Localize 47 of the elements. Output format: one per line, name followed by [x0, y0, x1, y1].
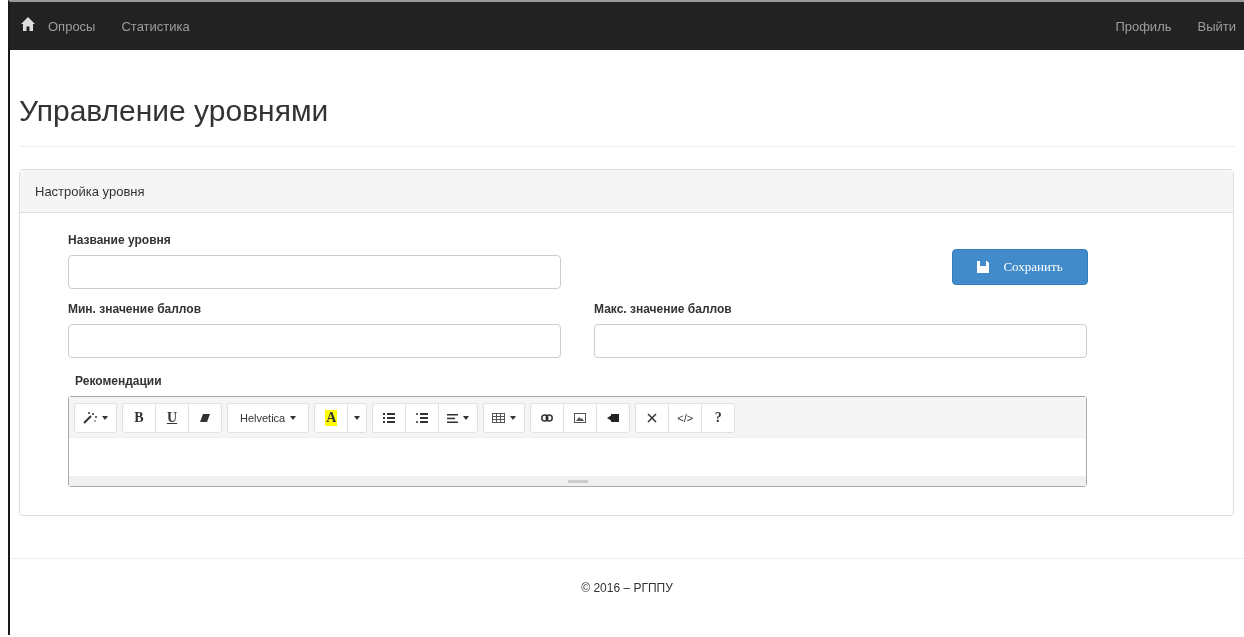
toolbar-button[interactable]: [483, 403, 526, 433]
toolbar-button[interactable]: </>: [668, 403, 703, 433]
toolbar-button[interactable]: [438, 403, 479, 433]
toolbar-button[interactable]: ?: [701, 403, 736, 433]
caret-icon: [510, 416, 517, 420]
field-label: Макс. значение баллов: [594, 302, 733, 316]
resize-handle[interactable]: [567, 479, 588, 483]
link-icon: [541, 414, 554, 422]
toolbar-button[interactable]: [372, 403, 407, 433]
align-left-icon: [447, 413, 459, 423]
nav-link[interactable]: Выйти: [1197, 18, 1236, 34]
font-dropdown[interactable]: Helvetica: [227, 403, 310, 433]
toolbar-button[interactable]: [188, 403, 222, 433]
toolbar-button[interactable]: [596, 403, 631, 433]
eraser-icon: [200, 413, 210, 423]
toolbar-button[interactable]: U: [155, 403, 189, 433]
caret-icon: [354, 416, 361, 420]
numbered-list-icon: [416, 413, 429, 423]
nav-link[interactable]: Статистика: [121, 18, 190, 34]
save-button[interactable]: Сохранить: [952, 249, 1088, 285]
toolbar-button[interactable]: [405, 403, 440, 433]
image-icon: [574, 413, 587, 423]
home-icon: [21, 17, 35, 31]
caret-icon: [290, 416, 297, 420]
toolbar-button[interactable]: [563, 403, 598, 433]
panel-heading: Настройка уровня: [20, 170, 1233, 213]
video-icon: [607, 414, 620, 422]
nav-link[interactable]: Профиль: [1115, 18, 1172, 34]
caret-icon: [102, 416, 108, 420]
table-icon: [492, 413, 506, 423]
toolbar-button[interactable]: [530, 403, 565, 433]
magic-wand-icon: [83, 412, 97, 424]
input-field[interactable]: [594, 324, 1087, 358]
input-field[interactable]: [68, 324, 561, 358]
toolbar-button[interactable]: [74, 403, 117, 433]
page-title: Управление уровнями: [18, 93, 330, 128]
nav-link[interactable]: Опросы: [48, 18, 96, 34]
input-field[interactable]: [68, 255, 561, 289]
fullscreen-icon: [647, 413, 658, 423]
toolbar-button[interactable]: A: [314, 403, 349, 433]
toolbar-button[interactable]: B: [122, 403, 156, 433]
caret-icon: [463, 416, 470, 420]
field-label: Название уровня: [68, 233, 172, 247]
bulleted-list-icon: [383, 413, 396, 423]
field-label: Рекомендации: [75, 374, 163, 388]
field-label: Мин. значение баллов: [68, 302, 203, 316]
footer-text: © 2016 – РГППУ: [580, 581, 674, 595]
